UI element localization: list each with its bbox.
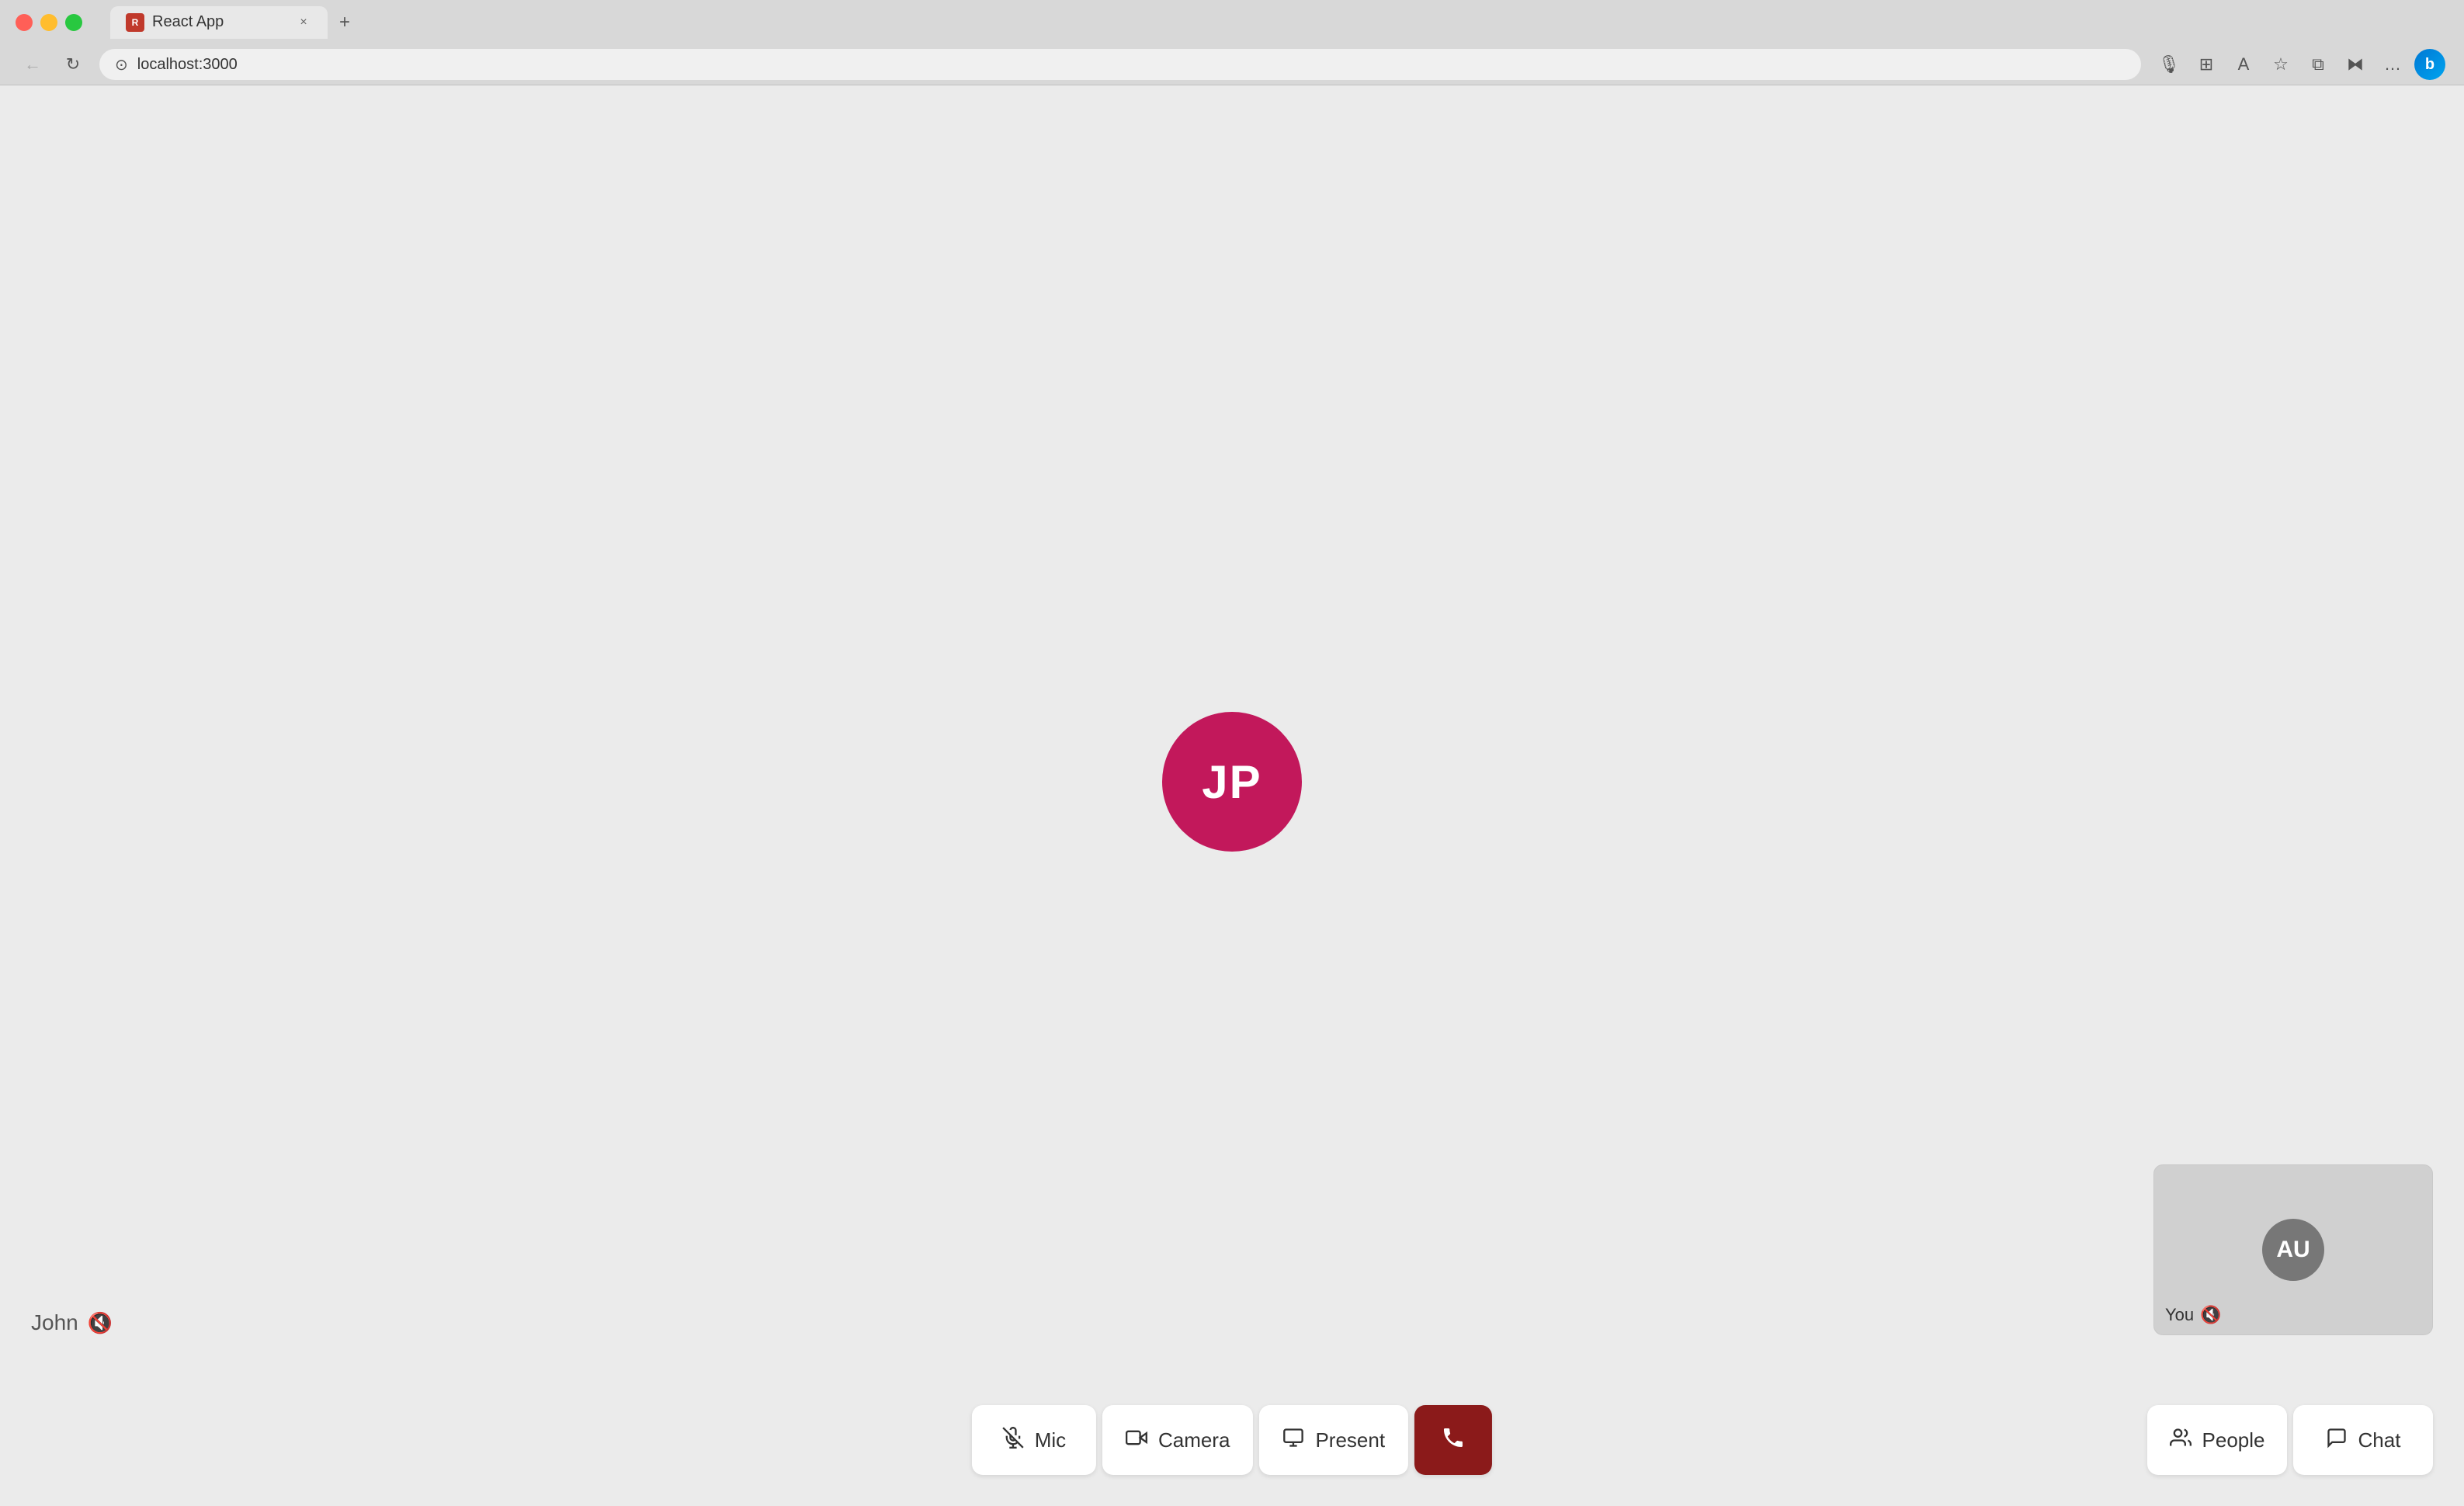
camera-button-label: Camera (1158, 1428, 1230, 1452)
present-button[interactable]: Present (1259, 1405, 1408, 1475)
lock-icon: ⊙ (115, 55, 128, 75)
control-bar: Mic Camera Present (972, 1405, 1492, 1475)
tab-favicon: R (126, 13, 144, 32)
maximize-traffic-light[interactable] (65, 14, 82, 31)
grid-toolbar-icon[interactable]: ⊞ (2191, 49, 2222, 80)
back-icon: ← (24, 54, 41, 75)
active-tab[interactable]: R React App × (110, 6, 328, 39)
refresh-icon: ↻ (66, 54, 80, 75)
end-call-icon (1441, 1425, 1466, 1456)
mic-icon (1002, 1427, 1024, 1454)
self-view-pip: AU You 🔇 (2153, 1164, 2433, 1335)
close-traffic-light[interactable] (16, 14, 33, 31)
present-button-label: Present (1315, 1428, 1385, 1452)
people-icon (2170, 1427, 2192, 1454)
participant-muted-icon: 🔇 (88, 1311, 113, 1335)
camera-button[interactable]: Camera (1102, 1405, 1253, 1475)
chat-button-label: Chat (2358, 1428, 2401, 1452)
refresh-button[interactable]: ↻ (59, 50, 87, 78)
new-tab-button[interactable]: + (331, 9, 359, 36)
main-participant-avatar: JP (1162, 712, 1302, 852)
chat-button[interactable]: Chat (2293, 1405, 2433, 1475)
minimize-traffic-light[interactable] (40, 14, 57, 31)
tab-bar: R React App × + (95, 6, 2448, 39)
split-toolbar-icon[interactable]: ⧉ (2303, 49, 2334, 80)
right-controls: People Chat (2147, 1405, 2433, 1475)
participant-name-label: John 🔇 (31, 1310, 113, 1335)
self-avatar: AU (2262, 1219, 2324, 1281)
more-toolbar-icon[interactable]: … (2377, 49, 2408, 80)
mic-button[interactable]: Mic (972, 1405, 1096, 1475)
address-bar-row: ← ↻ ⊙ localhost:3000 🎙 ⊞ A ☆ ⧉ ⧓ … b (0, 44, 2464, 85)
self-muted-icon: 🔇 (2200, 1305, 2221, 1325)
participant-name-text: John (31, 1310, 78, 1335)
address-bar[interactable]: ⊙ localhost:3000 (99, 49, 2141, 80)
read-toolbar-icon[interactable]: A (2228, 49, 2259, 80)
self-label: You 🔇 (2165, 1305, 2222, 1325)
self-name-text: You (2165, 1305, 2194, 1325)
bing-icon[interactable]: b (2414, 49, 2445, 80)
mic-toolbar-icon[interactable]: 🎙 (2153, 49, 2185, 80)
url-text: localhost:3000 (137, 56, 2126, 74)
toolbar-icons: 🎙 ⊞ A ☆ ⧉ ⧓ … b (2153, 49, 2445, 80)
people-button-label: People (2202, 1428, 2265, 1452)
extensions-toolbar-icon[interactable]: ⧓ (2340, 49, 2371, 80)
end-call-button[interactable] (1414, 1405, 1492, 1475)
tab-title: React App (152, 13, 287, 31)
main-content: JP John 🔇 AU You 🔇 Mic (0, 85, 2464, 1506)
camera-icon (1126, 1427, 1147, 1454)
chat-icon (2326, 1427, 2348, 1454)
tab-close-button[interactable]: × (295, 14, 312, 31)
back-button[interactable]: ← (19, 50, 47, 78)
browser-chrome: R React App × + ← ↻ ⊙ localhost:3000 🎙 ⊞… (0, 0, 2464, 85)
present-icon (1282, 1427, 1304, 1454)
title-bar: R React App × + (0, 0, 2464, 44)
mic-button-label: Mic (1035, 1428, 1066, 1452)
people-button[interactable]: People (2147, 1405, 2287, 1475)
star-toolbar-icon[interactable]: ☆ (2265, 49, 2296, 80)
traffic-lights (16, 14, 82, 31)
